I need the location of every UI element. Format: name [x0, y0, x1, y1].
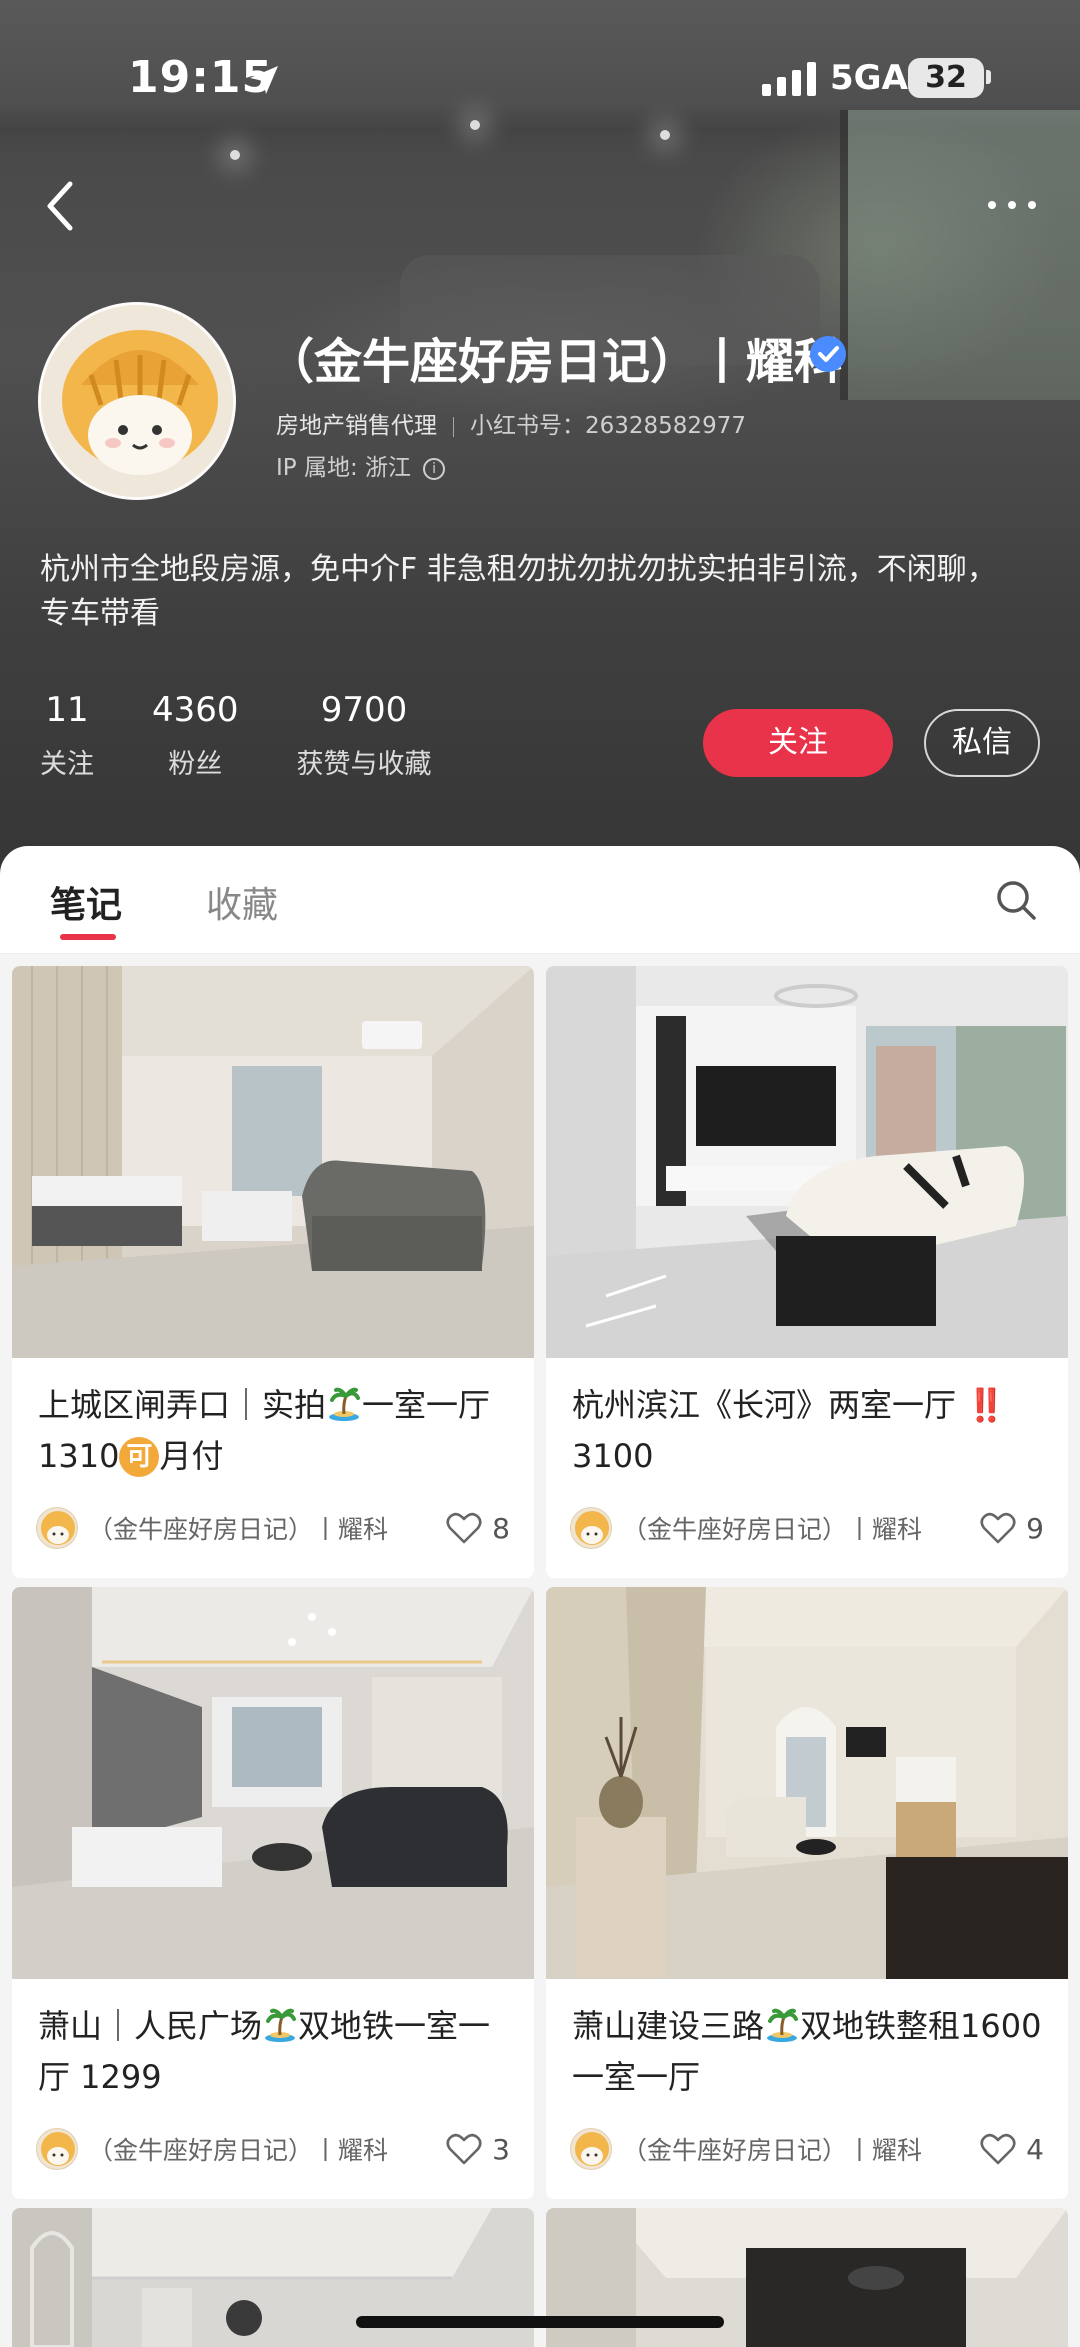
profile-header: 19:15 5GA 32 （金牛座好房日记）丨耀科 房地产销售代理 小红书号：2… — [0, 0, 1080, 880]
author-avatar — [36, 1507, 78, 1549]
like-button[interactable]: 8 — [446, 1506, 510, 1550]
note-author[interactable]: （金牛座好房日记）丨耀科 — [36, 1506, 388, 1550]
note-card[interactable]: 萧山｜人民广场 双地铁一室一厅 1299 （金牛座好房日记）丨耀科 3 — [12, 1587, 534, 2199]
profile-role: 房地产销售代理 — [276, 413, 437, 439]
background-window — [840, 110, 1080, 400]
tab-notes[interactable]: 笔记 — [50, 876, 122, 928]
note-cover-image — [546, 1587, 1068, 1979]
note-author[interactable]: （金牛座好房日记）丨耀科 — [570, 2127, 922, 2171]
heart-icon — [446, 1512, 482, 1544]
heart-icon — [980, 1512, 1016, 1544]
signal-icon — [762, 62, 816, 96]
author-avatar — [570, 2128, 612, 2170]
profile-meta: 房地产销售代理 小红书号：26328582977 — [276, 406, 746, 440]
location-arrow-icon — [250, 66, 278, 94]
note-title: 萧山建设三路 双地铁整租1600一室一厅 — [572, 2001, 1052, 2103]
stat-likes-saves[interactable]: 9700 获赞与收藏 — [297, 690, 432, 790]
profile-stats: 11 关注 4360 粉丝 9700 获赞与收藏 — [40, 690, 490, 790]
tab-indicator — [60, 934, 116, 940]
profile-id[interactable]: 小红书号：26328582977 — [470, 413, 746, 439]
note-title-part: 萧山｜人民广场 — [38, 2007, 263, 2045]
coin-icon: 可 — [119, 1437, 160, 1477]
background-light — [470, 120, 480, 130]
tab-favorites[interactable]: 收藏 — [206, 876, 278, 928]
author-name: （金牛座好房日记）丨耀科 — [622, 1515, 923, 1544]
note-author[interactable]: （金牛座好房日记）丨耀科 — [36, 2127, 388, 2171]
like-count: 4 — [1026, 2132, 1044, 2166]
verified-badge-icon — [810, 336, 846, 372]
author-avatar — [570, 1507, 612, 1549]
note-title-part: 萧山建设三路 — [572, 2007, 765, 2045]
note-cover-image — [546, 966, 1068, 1358]
stat-label: 粉丝 — [168, 749, 223, 780]
ip-location: IP 属地: 浙江 i — [276, 448, 446, 482]
stat-label: 获赞与收藏 — [296, 749, 432, 780]
stat-following[interactable]: 11 关注 — [40, 690, 94, 790]
message-button[interactable]: 私信 — [924, 709, 1040, 777]
like-count: 3 — [492, 2132, 510, 2166]
home-indicator[interactable] — [356, 2316, 724, 2328]
stat-followers[interactable]: 4360 粉丝 — [152, 690, 239, 790]
note-card[interactable]: 上城区闸弄口｜实拍 一室一厅1310 可月付 （金牛座好房日记）丨耀科 8 — [12, 966, 534, 1578]
stat-number: 4360 — [152, 690, 239, 730]
author-avatar — [36, 2128, 78, 2170]
avatar-image — [41, 305, 233, 497]
heart-icon — [980, 2133, 1016, 2165]
status-bar: 19:15 5GA 32 — [0, 40, 1080, 120]
ip-label: IP 属地: 浙江 — [276, 455, 412, 481]
stat-number: 11 — [45, 690, 89, 730]
profile-name: （金牛座好房日记）丨耀科 — [266, 334, 843, 390]
more-icon[interactable] — [982, 190, 1042, 220]
content-tabs: 笔记 收藏 — [0, 846, 1080, 954]
note-author[interactable]: （金牛座好房日记）丨耀科 — [570, 1506, 922, 1550]
author-name: （金牛座好房日记）丨耀科 — [88, 1515, 389, 1544]
palm-island-icon — [767, 2008, 799, 2042]
note-title-part: 上城区闸弄口｜实拍 — [38, 1386, 327, 1424]
note-card[interactable]: 杭州滨江《长河》两室一厅 ‼️ 3100 （金牛座好房日记）丨耀科 9 — [546, 966, 1068, 1578]
divider — [453, 416, 454, 437]
info-icon[interactable]: i — [423, 457, 446, 480]
avatar[interactable] — [38, 302, 236, 500]
like-button[interactable]: 3 — [446, 2127, 510, 2171]
note-title: 杭州滨江《长河》两室一厅 ‼️ 3100 — [572, 1380, 1052, 1482]
like-button[interactable]: 9 — [980, 1506, 1044, 1550]
battery-tip — [986, 70, 991, 84]
note-cover-image — [12, 1587, 534, 1979]
like-button[interactable]: 4 — [980, 2127, 1044, 2171]
follow-button[interactable]: 关注 — [703, 709, 893, 777]
like-count: 8 — [492, 1511, 510, 1545]
profile-bio: 杭州市全地段房源，免中介F 非急租勿扰勿扰勿扰实拍非引流，不闲聊，专车带看 — [40, 552, 997, 631]
network-type: 5GA — [830, 58, 908, 98]
background-light — [230, 150, 240, 160]
author-name: （金牛座好房日记）丨耀科 — [622, 2136, 923, 2165]
palm-island-icon — [329, 1387, 361, 1421]
search-icon[interactable] — [994, 878, 1038, 922]
stat-label: 关注 — [40, 749, 94, 780]
author-name: （金牛座好房日记）丨耀科 — [88, 2136, 389, 2165]
note-cover-image — [12, 966, 534, 1358]
note-title-part: 月付 — [159, 1437, 224, 1475]
back-icon[interactable] — [36, 176, 86, 236]
battery-icon: 32 — [908, 58, 984, 98]
background-light — [660, 130, 670, 140]
note-title-part: 3100 — [572, 1437, 654, 1475]
palm-island-icon — [265, 2008, 297, 2042]
like-count: 9 — [1026, 1511, 1044, 1545]
note-card[interactable]: 萧山建设三路 双地铁整租1600一室一厅 （金牛座好房日记）丨耀科 4 — [546, 1587, 1068, 2199]
heart-icon — [446, 2133, 482, 2165]
double-exclamation-icon: ‼️ — [966, 1386, 1007, 1424]
stat-number: 9700 — [320, 690, 408, 730]
note-title-part: 杭州滨江《长河》两室一厅 — [572, 1386, 957, 1424]
note-title: 上城区闸弄口｜实拍 一室一厅1310 可月付 — [38, 1380, 518, 1482]
note-title: 萧山｜人民广场 双地铁一室一厅 1299 — [38, 2001, 518, 2103]
